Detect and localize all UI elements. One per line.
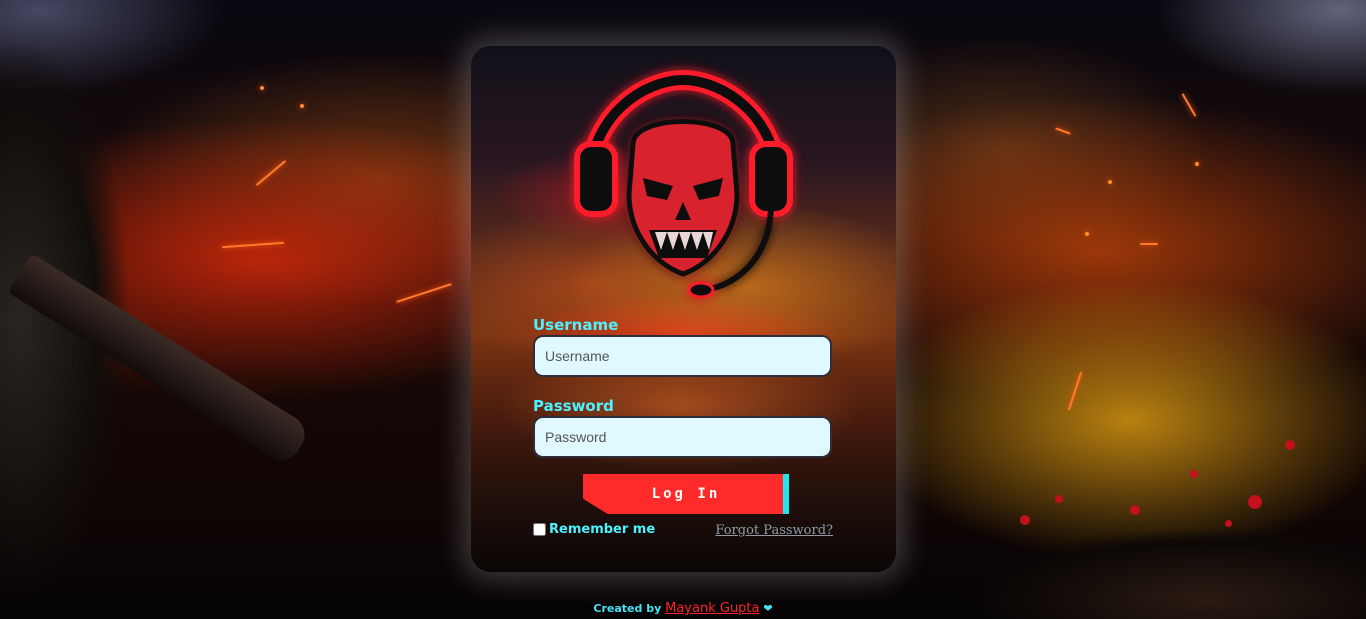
remember-me-label: Remember me <box>549 522 656 537</box>
spark <box>222 241 284 249</box>
ember <box>300 104 304 108</box>
ember <box>1195 162 1199 166</box>
remember-me-checkbox[interactable] <box>533 523 546 536</box>
spark <box>1181 93 1197 117</box>
forgot-password-link[interactable]: Forgot Password? <box>715 523 833 538</box>
password-label: Password <box>533 397 614 415</box>
password-input[interactable] <box>533 416 832 458</box>
remember-me[interactable]: Remember me <box>533 522 655 537</box>
blood-splatter <box>1248 495 1262 509</box>
spark <box>1055 127 1071 135</box>
heart-icon: ❤ <box>763 602 773 615</box>
blood-splatter <box>1190 470 1198 478</box>
blood-splatter <box>1225 520 1232 527</box>
spark <box>396 283 452 303</box>
blood-splatter <box>1130 505 1140 515</box>
spark <box>255 160 287 186</box>
blood-splatter <box>1020 515 1030 525</box>
spark <box>1140 243 1158 245</box>
blood-splatter <box>1285 440 1295 450</box>
login-card: Username Password Log In Remember me For… <box>471 46 896 572</box>
blood-splatter <box>1055 495 1063 503</box>
footer: Created by Mayank Gupta ❤ <box>0 601 1366 616</box>
login-button[interactable]: Log In <box>583 474 789 514</box>
footer-prefix: Created by <box>593 602 662 615</box>
ember <box>1108 180 1112 184</box>
author-link[interactable]: Mayank Gupta <box>665 601 759 616</box>
spark <box>1067 371 1083 411</box>
skull-headset-icon <box>571 69 796 299</box>
username-input[interactable] <box>533 335 832 377</box>
ember <box>260 86 264 90</box>
username-label: Username <box>533 316 619 334</box>
ember <box>1085 232 1089 236</box>
